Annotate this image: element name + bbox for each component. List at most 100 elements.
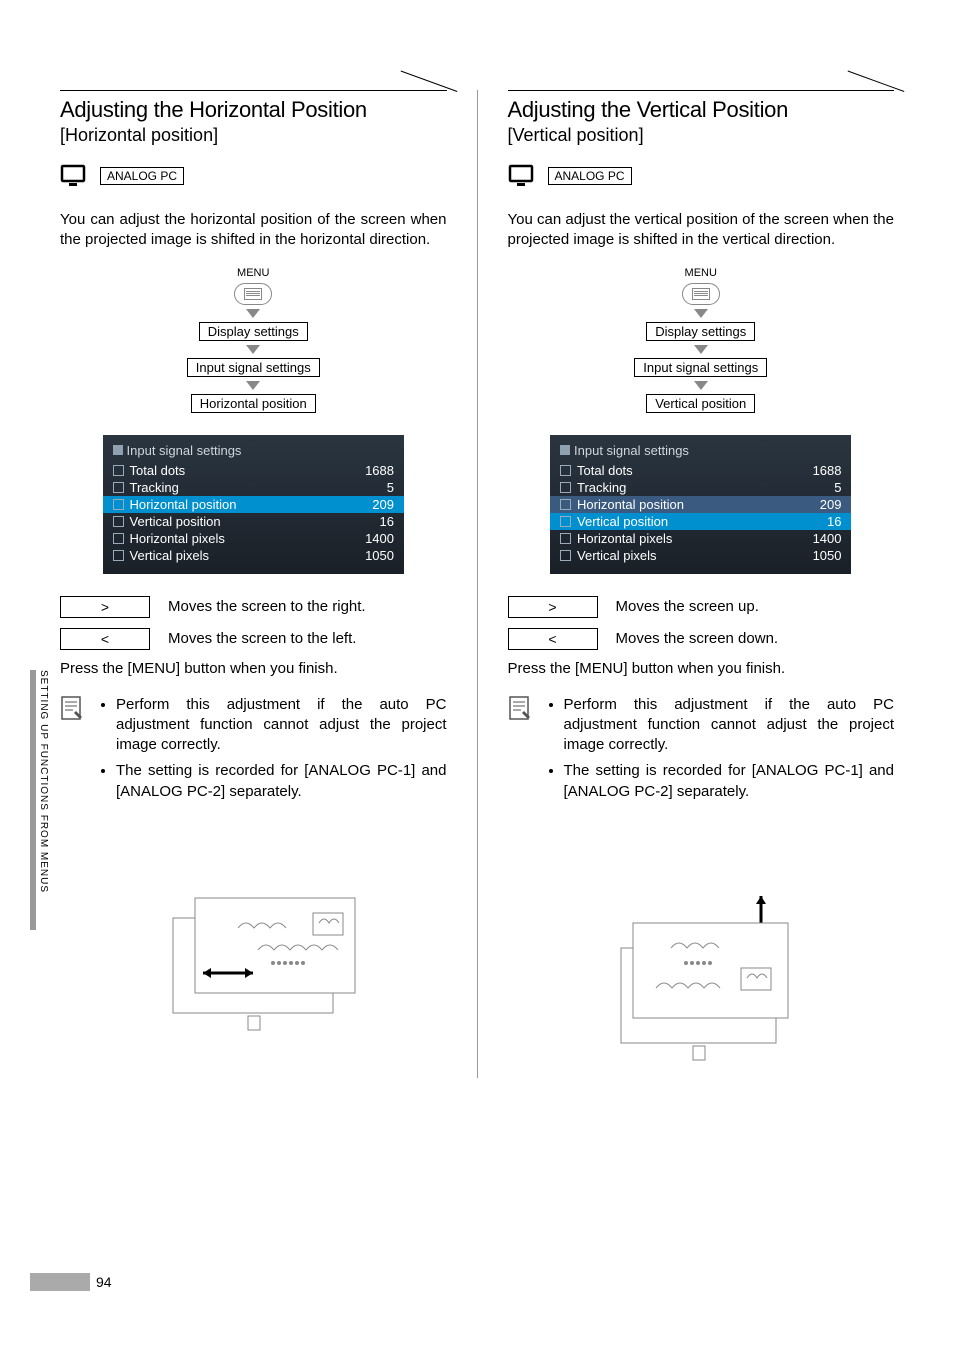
osd-row-value: 209 bbox=[820, 497, 842, 512]
osd-row-value: 16 bbox=[827, 514, 841, 529]
down-arrow-icon bbox=[694, 309, 708, 318]
osd-row: Tracking5 bbox=[113, 479, 394, 496]
intro-paragraph: You can adjust the horizontal position o… bbox=[60, 210, 447, 251]
note-item: The setting is recorded for [ANALOG PC-1… bbox=[564, 761, 895, 802]
column-divider bbox=[477, 90, 478, 1078]
osd-row-label: Horizontal pixels bbox=[113, 531, 225, 546]
key-left-desc: Moves the screen down. bbox=[616, 630, 779, 647]
osd-item-icon bbox=[560, 482, 571, 493]
osd-row: Tracking5 bbox=[560, 479, 841, 496]
intro-paragraph: You can adjust the vertical position of … bbox=[508, 210, 895, 251]
note-block: Perform this adjustment if the auto PC a… bbox=[508, 695, 895, 808]
flow-step: Display settings bbox=[646, 322, 755, 341]
osd-row-label: Horizontal pixels bbox=[560, 531, 672, 546]
osd-row: Vertical position 16 bbox=[550, 513, 851, 530]
osd-item-icon bbox=[113, 516, 124, 527]
finish-text: Press the [MENU] button when you finish. bbox=[60, 660, 447, 677]
osd-row-label: Vertical pixels bbox=[560, 548, 656, 563]
osd-row-value: 1688 bbox=[813, 463, 842, 478]
osd-row-label: Tracking bbox=[113, 480, 179, 495]
osd-row-value: 1688 bbox=[365, 463, 394, 478]
key-row: > Moves the screen up. bbox=[508, 596, 895, 618]
monitor-icon bbox=[508, 164, 534, 188]
osd-row: Vertical pixels 1050 bbox=[560, 547, 841, 564]
columns: Adjusting the Horizontal Position [Horiz… bbox=[60, 90, 894, 1078]
key-left: < bbox=[60, 628, 150, 650]
section-subtitle: [Horizontal position] bbox=[60, 125, 447, 146]
down-arrow-icon bbox=[246, 345, 260, 354]
osd-item-icon bbox=[560, 550, 571, 561]
osd-item-icon bbox=[113, 550, 124, 561]
page-number: 94 bbox=[96, 1274, 112, 1290]
note-icon bbox=[508, 695, 532, 723]
monitor-icon bbox=[60, 164, 86, 188]
osd-item-icon bbox=[560, 499, 571, 510]
note-item: The setting is recorded for [ANALOG PC-1… bbox=[116, 761, 447, 802]
mode-badge: ANALOG PC bbox=[100, 167, 184, 185]
osd-row: Total dots 1688 bbox=[560, 462, 841, 479]
osd-row: Horizontal pixels1400 bbox=[113, 530, 394, 547]
note-icon bbox=[60, 695, 84, 723]
osd-row: Vertical pixels 1050 bbox=[113, 547, 394, 564]
osd-panel: Input signal settings Total dots1688Trac… bbox=[550, 435, 851, 574]
menu-button-icon bbox=[234, 283, 272, 305]
down-arrow-icon bbox=[246, 381, 260, 390]
note-list: Perform this adjustment if the auto PC a… bbox=[98, 695, 447, 808]
osd-title: Input signal settings bbox=[560, 443, 841, 458]
mode-row: ANALOG PC bbox=[508, 164, 895, 188]
osd-row-label: Tracking bbox=[560, 480, 626, 495]
osd-item-icon bbox=[560, 465, 571, 476]
side-tab: SETTING UP FUNCTIONS FROM MENUS bbox=[30, 670, 48, 930]
osd-item-icon bbox=[560, 533, 571, 544]
osd-row: Vertical position 16 bbox=[113, 513, 394, 530]
key-left-desc: Moves the screen to the left. bbox=[168, 630, 356, 647]
osd-panel: Input signal settings Total dots1688Trac… bbox=[103, 435, 404, 574]
osd-row-label: Total dots bbox=[113, 463, 186, 478]
osd-row-value: 1400 bbox=[813, 531, 842, 546]
menu-label: MENU bbox=[685, 267, 717, 279]
osd-item-icon bbox=[113, 482, 124, 493]
key-row: < Moves the screen to the left. bbox=[60, 628, 447, 650]
osd-row: Horizontal position209 bbox=[103, 496, 404, 513]
section-title-block: Adjusting the Vertical Position [Vertica… bbox=[508, 90, 895, 146]
nav-flow: MENU Display settings Input signal setti… bbox=[60, 267, 447, 413]
note-list: Perform this adjustment if the auto PC a… bbox=[546, 695, 895, 808]
menu-button-icon bbox=[682, 283, 720, 305]
note-item: Perform this adjustment if the auto PC a… bbox=[116, 695, 447, 756]
down-arrow-icon bbox=[694, 381, 708, 390]
osd-item-icon bbox=[113, 533, 124, 544]
flow-step: Input signal settings bbox=[187, 358, 320, 377]
osd-row-value: 1050 bbox=[813, 548, 842, 563]
flow-step: Display settings bbox=[199, 322, 308, 341]
key-row: < Moves the screen down. bbox=[508, 628, 895, 650]
section-title: Adjusting the Vertical Position bbox=[508, 97, 895, 123]
menu-label: MENU bbox=[237, 267, 269, 279]
osd-row-label: Vertical pixels bbox=[113, 548, 209, 563]
flow-step: Input signal settings bbox=[634, 358, 767, 377]
osd-row-value: 16 bbox=[380, 514, 394, 529]
down-arrow-icon bbox=[694, 345, 708, 354]
illustration-horizontal bbox=[60, 888, 447, 1038]
note-block: Perform this adjustment if the auto PC a… bbox=[60, 695, 447, 808]
page-number-bar: 94 bbox=[30, 1272, 112, 1292]
osd-row: Horizontal position 209 bbox=[550, 496, 851, 513]
key-right: > bbox=[60, 596, 150, 618]
osd-title: Input signal settings bbox=[113, 443, 394, 458]
illustration-vertical bbox=[508, 888, 895, 1078]
key-right: > bbox=[508, 596, 598, 618]
flow-step: Horizontal position bbox=[191, 394, 316, 413]
osd-row-value: 1050 bbox=[365, 548, 394, 563]
osd-row-label: Total dots bbox=[560, 463, 633, 478]
osd-row-label: Vertical position bbox=[113, 514, 221, 529]
note-item: Perform this adjustment if the auto PC a… bbox=[564, 695, 895, 756]
key-row: > Moves the screen to the right. bbox=[60, 596, 447, 618]
osd-row-label: Vertical position bbox=[560, 514, 668, 529]
page: SETTING UP FUNCTIONS FROM MENUS Adjustin… bbox=[60, 90, 894, 1292]
section-title-block: Adjusting the Horizontal Position [Horiz… bbox=[60, 90, 447, 146]
osd-item-icon bbox=[560, 516, 571, 527]
osd-row: Horizontal pixels 1400 bbox=[560, 530, 841, 547]
osd-row-label: Horizontal position bbox=[560, 497, 684, 512]
osd-row: Total dots 1688 bbox=[113, 462, 394, 479]
key-left: < bbox=[508, 628, 598, 650]
flow-step: Vertical position bbox=[646, 394, 755, 413]
